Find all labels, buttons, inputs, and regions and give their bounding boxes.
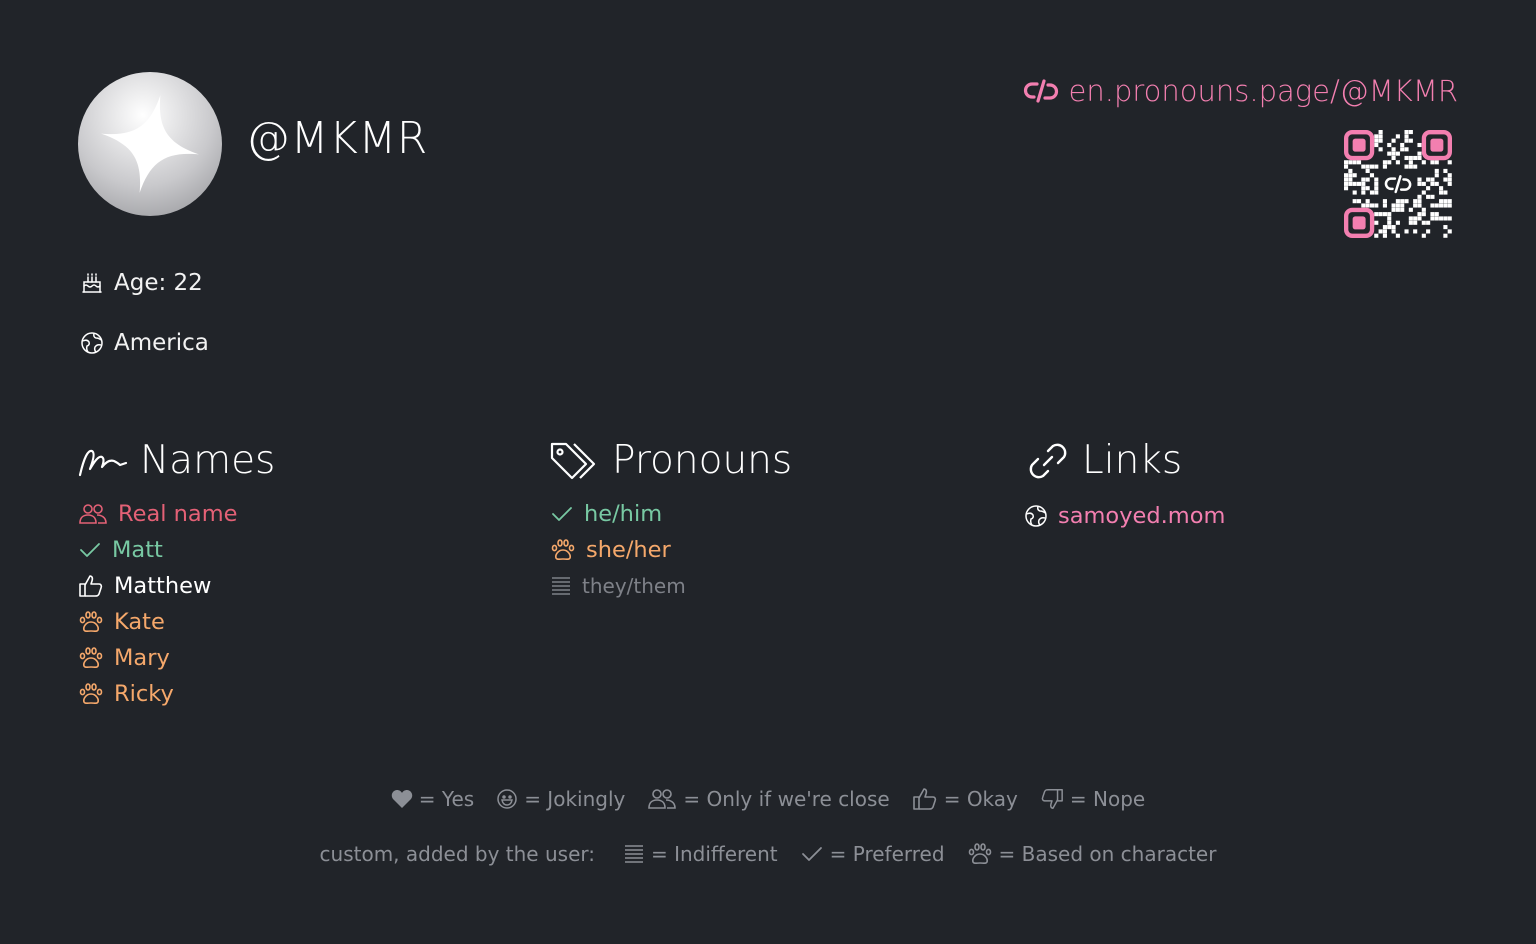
paw-icon xyxy=(78,682,104,706)
pronouns-page-logo-icon xyxy=(1023,78,1059,104)
names-heading: Names xyxy=(78,436,275,486)
legend-okay: = Okay xyxy=(943,787,1018,811)
pronoun-label[interactable]: she/her xyxy=(586,537,671,563)
pronoun-label[interactable]: he/him xyxy=(584,501,662,527)
paw-icon xyxy=(967,842,993,866)
link-label[interactable]: samoyed.mom xyxy=(1058,503,1225,529)
location-text: America xyxy=(114,330,209,356)
names-title: Names xyxy=(140,438,276,483)
pronoun-item-they-them: they/them xyxy=(550,568,686,604)
pronouns-title: Pronouns xyxy=(612,438,793,483)
heart-icon xyxy=(391,789,413,809)
location-row: America xyxy=(80,330,209,356)
name-item-ricky: Ricky xyxy=(78,676,237,712)
legend-row-1: = Yes = Jokingly = Only if we're close =… xyxy=(0,786,1536,812)
pronouns-list: he/him she/her they/them xyxy=(550,496,686,604)
name-item-real-name: Real name xyxy=(78,496,237,532)
legend-close: = Only if we're close xyxy=(683,787,890,811)
thumbs-up-icon xyxy=(912,786,938,812)
check-icon xyxy=(550,502,574,526)
links-list: samoyed.mom xyxy=(1024,498,1225,534)
link-item-samoyed: samoyed.mom xyxy=(1024,498,1225,534)
age-row: Age: 22 xyxy=(80,270,203,296)
name-item-mary: Mary xyxy=(78,640,237,676)
name-label: Real name xyxy=(118,501,238,527)
name-item-matt: Matt xyxy=(78,532,237,568)
name-item-matthew: Matthew xyxy=(78,568,237,604)
profile-link[interactable]: en.pronouns.page/@MKMR xyxy=(1023,72,1459,110)
smile-icon xyxy=(496,788,518,810)
pronoun-label[interactable]: they/them xyxy=(582,574,686,598)
names-list: Real name Matt Matthew Kate Mary Ricky xyxy=(78,496,237,712)
paw-icon xyxy=(550,538,576,562)
username: @MKMR xyxy=(246,113,428,164)
name-label: Ricky xyxy=(114,681,174,707)
qr-code[interactable] xyxy=(1344,130,1452,238)
name-label: Kate xyxy=(114,609,165,635)
name-label: Matt xyxy=(112,537,163,563)
legend-row-2: custom, added by the user: = Indifferent… xyxy=(0,842,1536,866)
legend-custom-label: custom, added by the user: xyxy=(319,842,595,866)
globe-icon xyxy=(80,331,104,355)
name-label: Matthew xyxy=(114,573,212,599)
name-label: Mary xyxy=(114,645,170,671)
avatar xyxy=(78,72,222,216)
links-title: Links xyxy=(1082,438,1183,483)
check-icon xyxy=(800,842,824,866)
birthday-cake-icon xyxy=(80,271,104,295)
legend-preferred: = Preferred xyxy=(829,842,945,866)
legend-character: = Based on character xyxy=(998,842,1217,866)
age-text: Age: 22 xyxy=(114,270,203,296)
links-heading: Links xyxy=(1026,436,1182,486)
legend-yes: = Yes xyxy=(418,787,475,811)
profile-link-text: en.pronouns.page/@MKMR xyxy=(1068,74,1459,108)
legend-nope: = Nope xyxy=(1069,787,1146,811)
lines-icon xyxy=(550,575,572,597)
pronoun-item-she-her: she/her xyxy=(550,532,686,568)
legend-jokingly: = Jokingly xyxy=(524,787,626,811)
globe-icon xyxy=(1024,504,1048,528)
tags-icon xyxy=(550,440,600,482)
lines-icon xyxy=(623,843,645,865)
pronouns-heading: Pronouns xyxy=(550,436,792,486)
name-item-kate: Kate xyxy=(78,604,237,640)
users-icon xyxy=(647,787,677,811)
signature-icon xyxy=(78,443,128,479)
sparkle-icon xyxy=(101,95,199,193)
legend-indifferent: = Indifferent xyxy=(650,842,778,866)
users-icon xyxy=(78,502,108,526)
check-icon xyxy=(78,538,102,562)
pronoun-item-he-him: he/him xyxy=(550,496,686,532)
thumbs-down-icon xyxy=(1040,787,1064,811)
paw-icon xyxy=(78,610,104,634)
link-icon xyxy=(1026,439,1070,483)
thumbs-up-icon xyxy=(78,573,104,599)
paw-icon xyxy=(78,646,104,670)
